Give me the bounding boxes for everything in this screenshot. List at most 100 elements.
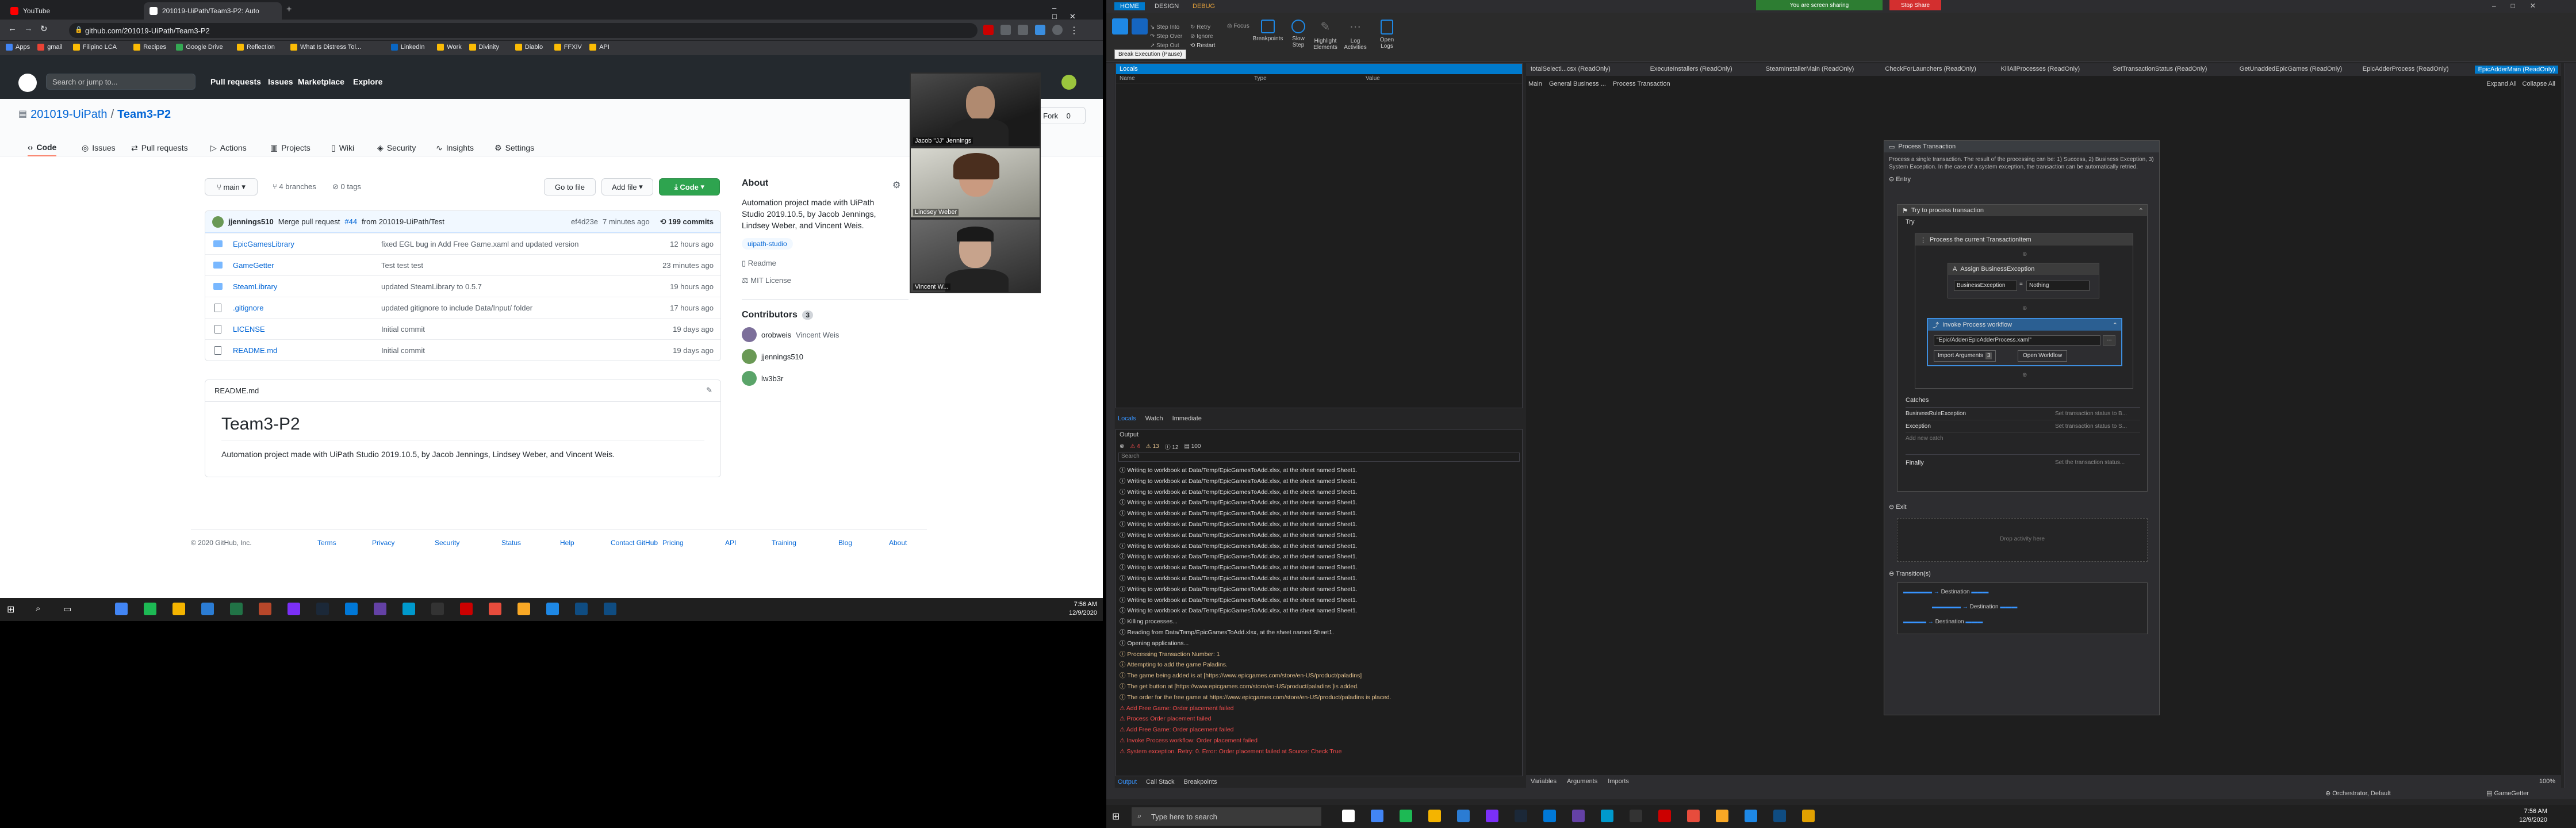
- license-link[interactable]: ⚖ MIT License: [742, 276, 908, 285]
- tab-projects[interactable]: ▥ Projects: [270, 139, 310, 156]
- pr-link[interactable]: #44: [344, 217, 357, 226]
- commit-message[interactable]: updated gitignore to include Data/Input/…: [381, 304, 532, 312]
- project-name[interactable]: ▤ GameGetter: [2486, 789, 2529, 797]
- tab-output[interactable]: Output: [1118, 779, 1137, 785]
- tab-actions[interactable]: ▷ Actions: [210, 139, 247, 156]
- code-download-button[interactable]: ⤓ Code ▾: [659, 178, 720, 195]
- contributor[interactable]: orobweis Vincent Weis: [742, 327, 908, 342]
- footer-link[interactable]: Privacy: [372, 539, 394, 547]
- taskbar-app-icon[interactable]: [1601, 810, 1613, 822]
- zoom-level[interactable]: 100%: [2539, 778, 2555, 785]
- back-icon[interactable]: ←: [8, 24, 17, 33]
- taskbar-app-icon[interactable]: [201, 603, 214, 615]
- stop-button[interactable]: [1132, 18, 1148, 37]
- taskbar-app-icon[interactable]: [1457, 810, 1470, 822]
- error-filter[interactable]: ⚠ 4: [1130, 443, 1140, 450]
- taskbar-app-icon[interactable]: [1745, 810, 1757, 822]
- tab-imports[interactable]: Imports: [1608, 778, 1629, 785]
- bookmark-item[interactable]: Google Drive: [176, 44, 223, 51]
- transition-row[interactable]: ▬▬▬▬▬ → Destination ▬▬▬: [1903, 589, 1988, 595]
- breakpoints-button[interactable]: Breakpoints: [1250, 20, 1286, 42]
- entry-section[interactable]: ⊖ Entry: [1884, 174, 2159, 184]
- open-workflow-button[interactable]: Open Workflow: [2018, 350, 2068, 362]
- taskbar-app-icon[interactable]: [1515, 810, 1527, 822]
- output-search-input[interactable]: Search: [1118, 453, 1520, 462]
- info-filter[interactable]: ⓘ 12: [1165, 442, 1179, 451]
- topic-tag[interactable]: uipath-studio: [742, 238, 793, 250]
- taskbar-app-icon[interactable]: [144, 603, 156, 615]
- process-transaction-state[interactable]: ▭ Process Transaction Process a single tr…: [1884, 140, 2160, 715]
- taskbar-search-input[interactable]: ⌕ Type here to search: [1132, 807, 1321, 826]
- file-name[interactable]: SteamLibrary: [233, 282, 277, 291]
- tab-watch[interactable]: Watch: [1145, 415, 1163, 422]
- bookmark-item[interactable]: Filipino LCA: [72, 44, 117, 51]
- step-into-button[interactable]: ↘ Step Into: [1150, 23, 1182, 32]
- file-row[interactable]: .gitignore updated gitignore to include D…: [205, 297, 720, 318]
- file-name[interactable]: .gitignore: [233, 304, 263, 312]
- bookmark-item[interactable]: Recipes: [133, 44, 166, 51]
- taskbar-app-icon[interactable]: [1630, 810, 1642, 822]
- left-dock-strip[interactable]: [1106, 63, 1114, 788]
- taskbar-app-icon[interactable]: [546, 603, 559, 615]
- repo-owner-link[interactable]: 201019-UiPath: [30, 108, 107, 121]
- file-row[interactable]: SteamLibrary updated SteamLibrary to 0.5.…: [205, 275, 720, 297]
- taskbar-app-icon[interactable]: [1658, 810, 1671, 822]
- add-file-button[interactable]: Add file ▾: [601, 178, 653, 195]
- assign-to-input[interactable]: BusinessException: [1954, 281, 2017, 291]
- orchestrator-status[interactable]: ⊕ Orchestrator, Default: [2325, 789, 2391, 797]
- taskbar-app-icon[interactable]: [230, 603, 243, 615]
- bookmark-item[interactable]: LinkedIn: [390, 44, 424, 51]
- github-logo-icon[interactable]: [18, 74, 37, 92]
- document-tab[interactable]: EpicAdderMain (ReadOnly): [2474, 66, 2559, 74]
- assign-activity[interactable]: A Assign BusinessException BusinessExcept…: [1948, 263, 2099, 298]
- contributor[interactable]: lw3b3r: [742, 371, 908, 386]
- branch-select[interactable]: ⑂ main ▾: [205, 178, 258, 195]
- taskbar-app-icon[interactable]: [431, 603, 444, 615]
- step-over-button[interactable]: ↷ Step Over: [1150, 32, 1182, 41]
- taskbar-app-icon[interactable]: [1716, 810, 1728, 822]
- tab-wiki[interactable]: ▯ Wiki: [331, 139, 354, 156]
- github-search-input[interactable]: Search or jump to...: [46, 74, 195, 90]
- document-tab[interactable]: SetTransactionStatus (ReadOnly): [2113, 66, 2207, 72]
- document-tab[interactable]: GetUnaddedEpicGames (ReadOnly): [2240, 66, 2343, 72]
- footer-link[interactable]: About: [889, 539, 907, 547]
- add-catch-link[interactable]: Add new catch: [1906, 433, 2140, 444]
- address-bar[interactable]: 🔒 github.com/201019-UiPath/Team3-P2: [69, 23, 977, 38]
- footer-link[interactable]: Training: [772, 539, 796, 547]
- slow-step-button[interactable]: Slow Step: [1288, 20, 1309, 48]
- commit-sha[interactable]: ef4d23e: [571, 217, 598, 226]
- restart-button[interactable]: ⟲ Restart: [1190, 41, 1215, 51]
- transition-row[interactable]: ▬▬▬▬▬ → Destination ▬▬▬: [1932, 604, 2017, 610]
- tab-debug[interactable]: DEBUG: [1193, 3, 1215, 10]
- footer-link[interactable]: Help: [560, 539, 574, 547]
- document-tab[interactable]: EpicAdderProcess (ReadOnly): [2363, 66, 2449, 72]
- forward-icon[interactable]: →: [24, 24, 33, 33]
- bookmark-item[interactable]: Work: [437, 44, 462, 51]
- taskbar-app-icon[interactable]: [345, 603, 358, 615]
- tab-settings[interactable]: ⚙ Settings: [494, 139, 534, 156]
- document-tab[interactable]: ExecuteInstallers (ReadOnly): [1650, 66, 1732, 72]
- commit-author[interactable]: jjennings510: [228, 217, 274, 226]
- window-controls[interactable]: –□✕: [1052, 3, 1103, 21]
- tab-variables[interactable]: Variables: [1531, 778, 1557, 785]
- readme-link[interactable]: ▯ Readme: [742, 259, 908, 268]
- finally-section[interactable]: Finally Set the transaction status...: [1906, 454, 2140, 466]
- taskbar-app-icon[interactable]: [115, 603, 128, 615]
- taskbar-app-icon[interactable]: [1543, 810, 1556, 822]
- commit-message[interactable]: Test test test: [381, 261, 423, 270]
- open-logs-button[interactable]: Open Logs: [1375, 20, 1398, 49]
- profile-avatar[interactable]: [1052, 25, 1063, 35]
- browser-tab-github[interactable]: 201019-UiPath/Team3-P2: Auto: [144, 2, 282, 20]
- collapse-all-link[interactable]: Collapse All: [2523, 80, 2555, 87]
- file-name[interactable]: GameGetter: [233, 261, 274, 270]
- nav-marketplace[interactable]: Marketplace: [298, 77, 344, 86]
- bookmark-item[interactable]: Diablo: [515, 44, 543, 51]
- taskbar-app-icon[interactable]: [489, 603, 501, 615]
- commit-message[interactable]: Initial commit: [381, 325, 425, 334]
- clear-icon[interactable]: ⊗: [1120, 443, 1124, 450]
- document-tab[interactable]: totalSelecti...csx (ReadOnly): [1531, 66, 1611, 72]
- ignore-button[interactable]: ⊘ Ignore: [1190, 32, 1215, 41]
- taskbar-app-icon[interactable]: [1342, 810, 1355, 822]
- tab-code[interactable]: ‹› Code: [28, 139, 57, 156]
- contributor[interactable]: jjennings510: [742, 349, 908, 364]
